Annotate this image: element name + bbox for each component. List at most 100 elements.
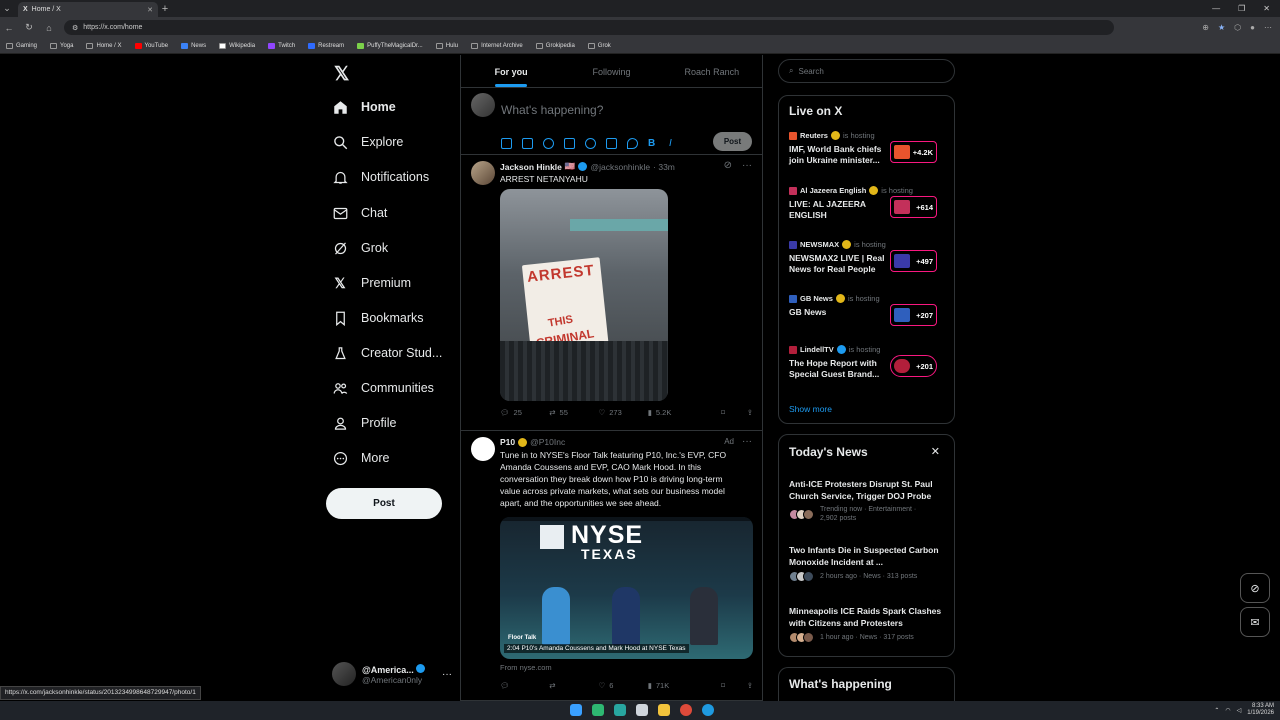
author-handle[interactable]: @P10Inc [530,437,565,447]
like-button[interactable]: ♡ 273 [599,408,648,417]
like-button[interactable]: ♡ 6 [599,681,648,690]
live-item[interactable]: NEWSMAX is hosting NEWSMAX2 LIVE | Real N… [789,240,949,275]
bookmark-item[interactable]: PuffyTheMagicalDr... [357,42,423,49]
app-icon[interactable] [636,704,648,716]
more-options-icon[interactable]: ··· [442,669,452,680]
italic-icon[interactable]: I [669,138,680,149]
avatar[interactable] [471,437,495,461]
views-button[interactable]: ▮ 5.2K [648,408,697,417]
clock[interactable]: 8:33 AM 1/19/2026 [1247,703,1274,717]
close-window-button[interactable]: ✕ [1263,4,1270,13]
close-icon[interactable]: ✕ [931,445,940,458]
nav-premium[interactable]: 𝕏 Premium [332,275,411,291]
home-button-icon[interactable]: ⌂ [44,23,54,33]
wifi-icon[interactable]: ◠ [1225,707,1230,714]
show-more-link[interactable]: Show more [789,404,832,414]
bookmark-item[interactable]: Internet Archive [471,42,523,49]
reply-button[interactable]: 💬︎ [500,681,549,690]
minimize-button[interactable]: — [1212,4,1220,13]
more-options-icon[interactable]: ··· [742,160,752,171]
favorite-star-icon[interactable]: ★ [1218,23,1225,32]
listener-count[interactable]: +497 [890,250,937,272]
reload-icon[interactable]: ↻ [24,22,34,33]
bookmark-item[interactable]: Hulu [435,42,458,49]
avatar[interactable] [471,161,495,185]
nav-bookmarks[interactable]: Bookmarks [332,310,424,326]
gif-icon[interactable] [522,138,533,149]
grok-icon[interactable]: ⊘ [724,160,732,171]
listener-count[interactable]: +207 [890,304,937,326]
tab-list-button[interactable]: ⌄ [0,0,14,17]
bookmark-button[interactable]: ⌑ [697,408,725,417]
tweet[interactable]: P10 @P10Inc Ad ··· Tune in to NYSE's Floo… [461,431,762,701]
bookmark-item[interactable]: News [181,42,206,49]
composer-post-button[interactable]: Post [713,132,752,151]
repost-button[interactable]: ⇄ 55 [549,408,598,417]
bookmark-item[interactable]: Gaming [6,42,37,49]
grok-float-button[interactable]: ⊘ [1240,573,1270,603]
x-logo-icon[interactable]: 𝕏 [334,63,349,86]
zoom-icon[interactable]: ⊕ [1202,23,1209,32]
location-icon[interactable] [627,138,638,149]
bookmark-item[interactable]: Home / X [86,42,122,49]
maximize-button[interactable]: ❐ [1238,4,1245,13]
bookmark-item[interactable]: Wikipedia [219,42,255,49]
share-button[interactable]: ⇪ [725,681,753,690]
schedule-icon[interactable] [606,138,617,149]
author-name[interactable]: Jackson Hinkle [500,162,562,172]
ad-label-and-more[interactable]: Ad ··· [724,436,752,447]
more-options-icon[interactable]: ··· [742,436,752,447]
nav-home[interactable]: Home [332,99,396,115]
close-tab-icon[interactable]: ✕ [147,6,153,14]
listener-count[interactable]: +4.2K [890,141,937,163]
back-icon[interactable]: ← [4,23,14,33]
tab-roach-ranch[interactable]: Roach Ranch [662,55,762,87]
poll-icon[interactable] [564,138,575,149]
app-icon[interactable] [614,704,626,716]
live-item[interactable]: Reuters is hosting IMF, World Bank chiefs… [789,131,949,166]
tab-following[interactable]: Following [561,55,661,87]
browser-tab[interactable]: X Home / X ✕ [18,2,158,17]
nav-explore[interactable]: Explore [332,134,403,150]
emoji-icon[interactable] [585,138,596,149]
live-item[interactable]: LindellTV is hosting The Hope Report with… [789,345,949,380]
live-item[interactable]: Al Jazeera English is hosting LIVE: AL JA… [789,186,949,221]
nav-grok[interactable]: Grok [332,240,388,256]
views-button[interactable]: ▮ 71K [648,681,697,690]
image-icon[interactable] [501,138,512,149]
profile-icon[interactable]: ● [1250,23,1255,32]
news-item[interactable]: Minneapolis ICE Raids Spark Clashes with… [789,605,947,643]
composer-input[interactable]: What's happening? [501,103,603,117]
account-switcher[interactable]: @America... @American0nly ··· [332,658,452,690]
extensions-icon[interactable]: ⬡ [1234,23,1241,32]
volume-icon[interactable]: ◁ [1237,707,1242,714]
nav-creator-studio[interactable]: Creator Stud... [332,345,442,361]
site-info-icon[interactable]: ⚙ [72,24,78,32]
bookmark-item[interactable]: Twitch [268,42,295,49]
nav-more[interactable]: More [332,450,389,466]
tab-for-you[interactable]: For you [461,55,561,87]
search-input[interactable]: ⌕ Search [778,59,955,83]
news-item[interactable]: Two Infants Die in Suspected Carbon Mono… [789,544,947,582]
tray-chevron-icon[interactable]: ⌃ [1214,707,1219,714]
edge-icon[interactable] [702,704,714,716]
bookmark-item[interactable]: Grokipedia [535,42,575,49]
new-tab-button[interactable]: + [158,2,172,17]
listener-count[interactable]: +201 [890,355,937,377]
nav-communities[interactable]: Communities [332,380,434,396]
app-icon[interactable] [592,704,604,716]
author-name[interactable]: P10 [500,437,515,447]
news-item[interactable]: Anti-ICE Protesters Disrupt St. Paul Chu… [789,478,947,523]
author-handle[interactable]: @jacksonhinkle [590,162,650,172]
grok-analyze-and-more[interactable]: ⊘ ··· [724,160,752,171]
tweet-video[interactable]: NYSE TEXAS Floor Talk 2:04 P10's Amanda … [500,517,753,659]
live-item[interactable]: GB News is hosting GB News +207 [789,294,949,326]
menu-icon[interactable]: ⋯ [1264,23,1272,32]
bookmark-item[interactable]: YouTube [134,42,168,49]
bookmark-item[interactable]: Yoga [50,42,73,49]
tweet[interactable]: Jackson Hinkle 🇺🇸 @jacksonhinkle · 33m ⊘… [461,155,762,431]
file-explorer-icon[interactable] [658,704,670,716]
nav-chat[interactable]: Chat [332,205,387,221]
nav-profile[interactable]: Profile [332,415,396,431]
url-field[interactable]: ⚙ https://x.com/home [64,20,1114,35]
